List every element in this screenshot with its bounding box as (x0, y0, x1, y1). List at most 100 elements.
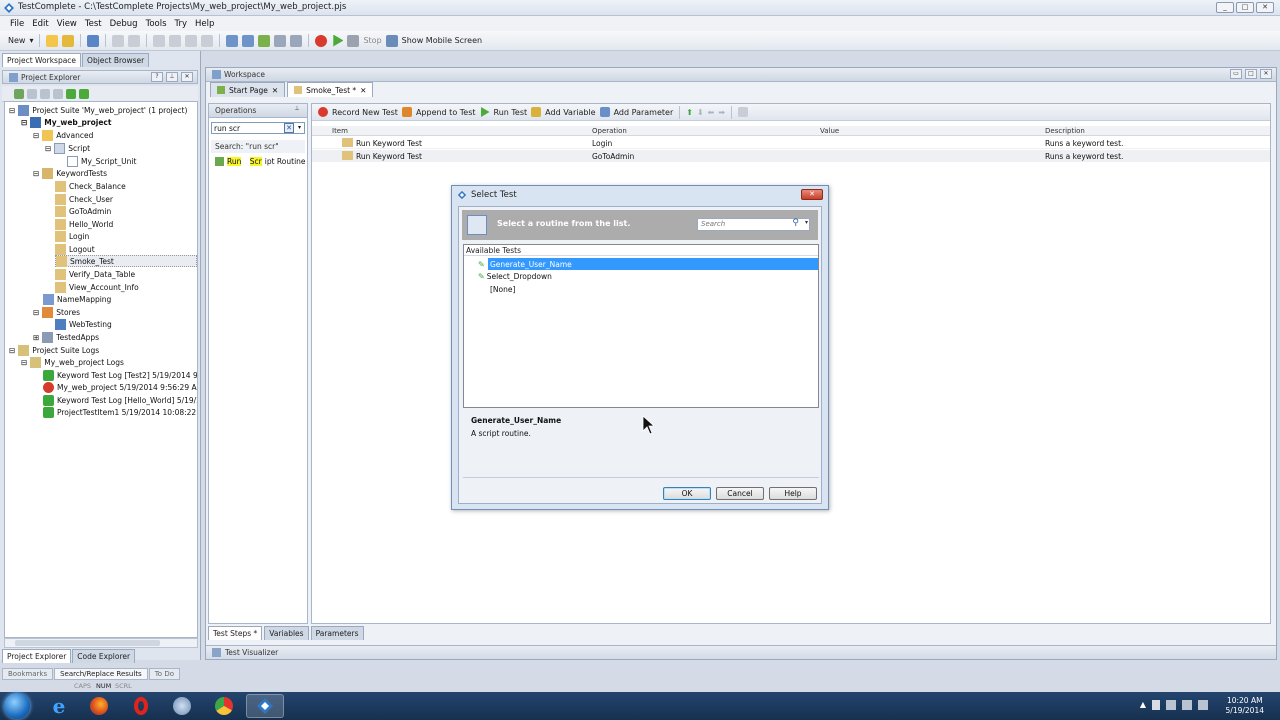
properties-icon[interactable] (53, 88, 63, 99)
tab-close-icon[interactable]: ✕ (272, 86, 278, 95)
paste-icon[interactable] (185, 34, 198, 47)
collapse-icon[interactable]: ⊟ (33, 169, 39, 178)
tab-bookmarks[interactable]: Bookmarks (2, 668, 54, 680)
pin-icon[interactable]: ⊥ (166, 72, 178, 82)
scrollbar-thumb[interactable] (15, 640, 160, 646)
help-icon[interactable]: ? (151, 72, 163, 82)
menu-view[interactable]: View (57, 19, 77, 29)
column-operation[interactable]: Operation (592, 127, 627, 135)
column-description[interactable]: Description (1045, 127, 1085, 135)
tree-node[interactable]: Keyword Test Log [Test2] 5/19/2014 9:37:… (43, 369, 197, 381)
new-button[interactable]: New (8, 36, 25, 45)
options-icon[interactable] (738, 107, 749, 117)
tray-usb-icon[interactable] (1152, 700, 1160, 710)
tree-node[interactable]: ⊟ Script (45, 142, 90, 154)
collapse-icon[interactable]: ⊟ (33, 308, 39, 317)
cancel-button[interactable]: Cancel (716, 487, 764, 500)
tab-variables[interactable]: Variables (264, 626, 309, 640)
ie-icon[interactable]: e (40, 694, 78, 718)
tree-node[interactable]: Verify_Data_Table (55, 268, 135, 280)
add-variable-icon[interactable] (531, 107, 542, 117)
tree-node[interactable]: ⊟ Project Suite 'My_web_project' (1 proje… (9, 104, 187, 116)
close-button[interactable]: ✕ (1256, 2, 1274, 13)
chrome-icon[interactable] (205, 694, 243, 718)
restore-icon[interactable]: ▭ (1230, 69, 1242, 79)
save-icon[interactable] (62, 34, 75, 47)
tray-network-icon[interactable] (1166, 700, 1176, 710)
close-icon[interactable]: ✕ (1260, 69, 1272, 79)
menu-file[interactable]: File (10, 19, 24, 29)
stop-button[interactable]: Stop (363, 36, 381, 45)
tree-node[interactable]: ⊟ Stores (33, 306, 80, 318)
maximize-button[interactable]: □ (1236, 2, 1254, 13)
tree-node[interactable]: Check_Balance (55, 180, 126, 192)
refresh-icon[interactable] (14, 88, 24, 99)
append-icon[interactable] (401, 107, 412, 117)
list-item-selected[interactable]: Generate_User_Name (488, 258, 818, 270)
tree-node-selected[interactable]: Smoke_Test (55, 255, 197, 267)
move-down-icon[interactable]: ⬇ (697, 108, 704, 117)
tree-node[interactable]: ⊟ Advanced (33, 129, 93, 141)
menu-try[interactable]: Try (175, 19, 187, 29)
tree-node[interactable]: NameMapping (43, 293, 111, 305)
search-dropdown-icon[interactable]: ▾ (295, 123, 304, 133)
remove-icon[interactable] (40, 88, 50, 99)
collapse-icon[interactable]: ⊟ (33, 131, 39, 140)
run-icon[interactable] (481, 107, 490, 117)
append-to-test-button[interactable]: Append to Test (416, 108, 476, 117)
maximize-icon[interactable]: □ (1245, 69, 1257, 79)
column-value[interactable]: Value (820, 127, 839, 135)
clear-search-icon[interactable]: ✕ (284, 123, 294, 133)
menu-tools[interactable]: Tools (146, 19, 167, 29)
tab-code-explorer[interactable]: Code Explorer (72, 649, 136, 663)
clock[interactable]: 10:20 AM 5/19/2014 (1226, 696, 1264, 716)
help-button[interactable]: Help (769, 487, 817, 500)
run-icon[interactable] (66, 88, 76, 99)
close-icon[interactable]: ✕ (181, 72, 193, 82)
search-icon[interactable]: ⚲ (792, 218, 799, 228)
redo-icon[interactable] (128, 34, 141, 47)
search-dropdown-icon[interactable]: ▾ (805, 219, 808, 226)
tree-node[interactable]: My_web_project 5/19/2014 9:56:29 AM (43, 381, 197, 393)
tree-node[interactable]: Check_User (55, 193, 113, 205)
add-item-icon[interactable] (258, 34, 271, 47)
tree-node[interactable]: ⊟ Project Suite Logs (9, 344, 99, 356)
horizontal-scrollbar[interactable] (4, 638, 198, 648)
cut-icon[interactable] (153, 34, 166, 47)
tree-node[interactable]: WebTesting (55, 318, 112, 330)
pin-icon[interactable]: ⊥ (291, 105, 303, 115)
opera-icon[interactable] (122, 694, 160, 718)
record-icon[interactable] (315, 34, 328, 47)
dialog-close-button[interactable]: ✕ (801, 189, 823, 200)
testcomplete-app-icon[interactable] (246, 694, 284, 718)
tab-project-explorer[interactable]: Project Explorer (2, 649, 72, 663)
run-selected-icon[interactable] (79, 88, 89, 99)
run-icon[interactable] (333, 34, 344, 47)
settings-icon[interactable] (290, 34, 303, 47)
tree-node[interactable]: ProjectTestItem1 5/19/2014 10:08:22 AM (43, 406, 197, 418)
tree-node[interactable]: Keyword Test Log [Hello_World] 5/19/2014 (43, 394, 197, 406)
tab-object-browser[interactable]: Object Browser (82, 53, 150, 67)
tree-node[interactable]: GoToAdmin (55, 205, 111, 217)
tree-node[interactable]: ⊟ My_web_project (21, 116, 111, 128)
move-right-icon[interactable]: ➡ (718, 108, 725, 117)
start-button-icon[interactable] (4, 693, 30, 719)
copy-icon[interactable] (169, 34, 182, 47)
collapse-icon[interactable]: ⊟ (9, 106, 15, 115)
minimize-button[interactable]: _ (1216, 2, 1234, 13)
new-dropdown-icon[interactable]: ▾ (29, 36, 33, 45)
expand-icon[interactable]: ⊞ (33, 333, 39, 342)
tree-node[interactable]: Hello_World (55, 218, 113, 230)
column-item[interactable]: Item (332, 127, 348, 135)
table-row[interactable]: Run Keyword Test Login Runs a keyword te… (312, 137, 1270, 149)
add-icon[interactable] (27, 88, 37, 99)
list-item[interactable]: [None] (490, 283, 515, 295)
delete-icon[interactable] (201, 34, 214, 47)
operations-search-input[interactable]: run scr ✕ ▾ (211, 122, 305, 134)
tree-node[interactable]: My_Script_Unit (67, 155, 136, 167)
tab-close-icon[interactable]: ✕ (360, 86, 366, 95)
add-parameter-button[interactable]: Add Parameter (614, 108, 674, 117)
open-icon[interactable] (46, 34, 59, 47)
mobile-screen-icon[interactable] (385, 34, 398, 47)
tray-flag-icon[interactable] (1182, 700, 1192, 710)
